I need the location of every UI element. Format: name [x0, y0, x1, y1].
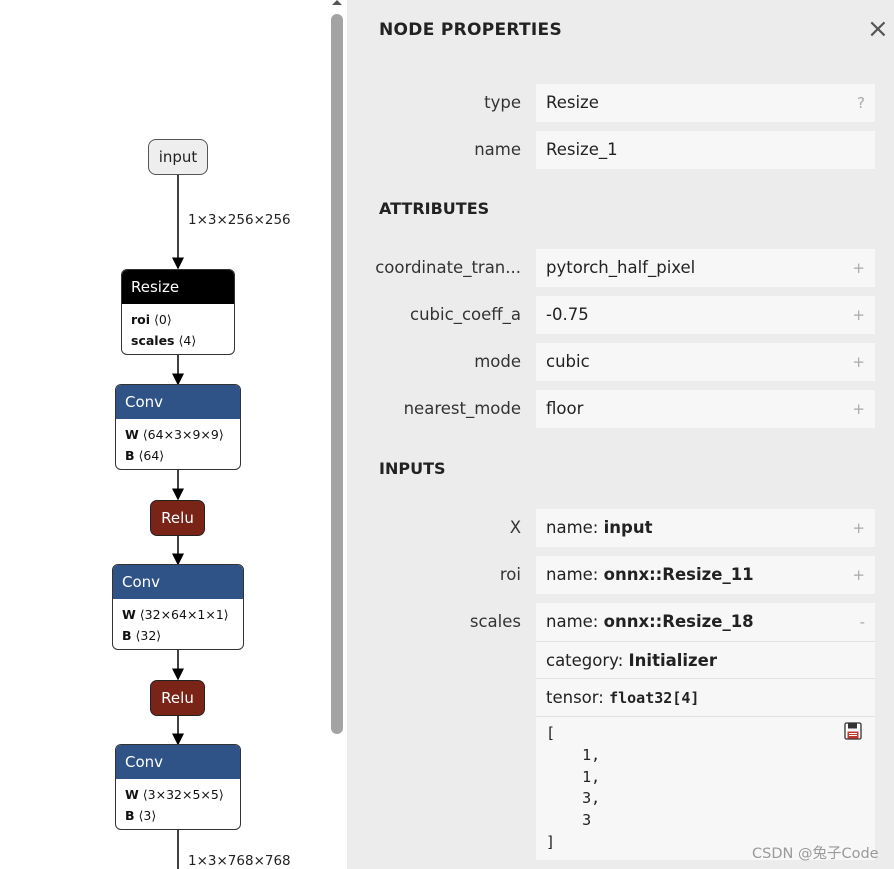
- param-value: ⟨64⟩: [138, 448, 165, 463]
- tensor-field: tensor: float32[4]: [536, 678, 875, 716]
- graph-canvas[interactable]: input 1×3×256×256 Resize roi ⟨0⟩ scales …: [0, 0, 330, 869]
- input-label: roi: [499, 565, 521, 584]
- expand-button[interactable]: +: [852, 343, 865, 381]
- expand-button[interactable]: +: [852, 249, 865, 287]
- attribute-field: cubic +: [536, 343, 875, 381]
- input-field: name: input +: [536, 509, 875, 547]
- expand-button[interactable]: +: [852, 390, 865, 428]
- close-icon[interactable]: ×: [867, 16, 889, 42]
- resize-node[interactable]: Resize roi ⟨0⟩ scales ⟨4⟩: [121, 269, 235, 355]
- param-name: scales: [131, 333, 175, 348]
- expand-button[interactable]: +: [852, 556, 865, 594]
- resize-node-params: roi ⟨0⟩ scales ⟨4⟩: [122, 304, 234, 354]
- attribute-label: nearest_mode: [403, 399, 521, 418]
- attribute-value: pytorch_half_pixel: [546, 258, 696, 277]
- param-name: W: [125, 427, 139, 442]
- node-properties-panel: NODE PROPERTIES × type Resize ? name Res…: [347, 0, 894, 869]
- resize-node-header: Resize: [122, 270, 234, 304]
- name-field: Resize_1: [536, 131, 875, 169]
- type-value: Resize: [546, 93, 599, 112]
- save-icon[interactable]: [844, 722, 862, 740]
- input-name-value: onnx::Resize_11: [603, 565, 754, 584]
- attribute-field: pytorch_half_pixel +: [536, 249, 875, 287]
- expand-button[interactable]: +: [852, 509, 865, 547]
- type-field: Resize ?: [536, 84, 875, 122]
- collapse-button[interactable]: -: [860, 603, 865, 641]
- conv-node-2[interactable]: Conv W ⟨32×64×1×1⟩ B ⟨32⟩: [112, 564, 244, 650]
- param-name: roi: [131, 312, 151, 327]
- help-button[interactable]: ?: [857, 84, 865, 122]
- param-value: ⟨3⟩: [138, 808, 157, 823]
- attribute-label: mode: [474, 352, 521, 371]
- param-value: ⟨64×3×9×9⟩: [142, 427, 224, 442]
- conv-node-3[interactable]: Conv W ⟨3×32×5×5⟩ B ⟨3⟩: [115, 744, 241, 830]
- attributes-heading: ATTRIBUTES: [379, 199, 490, 218]
- input-field: name: onnx::Resize_11 +: [536, 556, 875, 594]
- conv-node-header: Conv: [116, 745, 240, 779]
- type-label: type: [484, 93, 521, 112]
- input-prefix: name:: [546, 612, 604, 631]
- param-name: B: [125, 808, 135, 823]
- attribute-field: -0.75 +: [536, 296, 875, 334]
- input-prefix: name:: [546, 518, 604, 537]
- attribute-value: cubic: [546, 352, 590, 371]
- param-value: ⟨3×32×5×5⟩: [142, 787, 224, 802]
- param-value: ⟨32×64×1×1⟩: [139, 607, 229, 622]
- category-prefix: category:: [546, 651, 629, 670]
- conv-node-params: W ⟨32×64×1×1⟩ B ⟨32⟩: [113, 599, 243, 649]
- relu-node-1[interactable]: Relu: [150, 500, 205, 536]
- inputs-heading: INPUTS: [379, 459, 446, 478]
- conv-node-params: W ⟨3×32×5×5⟩ B ⟨3⟩: [116, 779, 240, 829]
- name-label: name: [474, 140, 521, 159]
- tensor-type-value: float32[4]: [609, 689, 700, 707]
- param-name: W: [122, 607, 136, 622]
- input-label: X: [509, 518, 521, 537]
- param-name: W: [125, 787, 139, 802]
- edge-label-input-shape: 1×3×256×256: [188, 212, 291, 228]
- attribute-field: floor +: [536, 390, 875, 428]
- param-name: B: [122, 628, 132, 643]
- input-label: scales: [469, 612, 521, 631]
- tensor-prefix: tensor:: [546, 688, 610, 707]
- param-value: ⟨4⟩: [178, 333, 197, 348]
- tensor-values: [ 1, 1, 3, 3 ]: [536, 716, 875, 860]
- relu-node-2[interactable]: Relu: [150, 680, 205, 716]
- expand-button[interactable]: +: [852, 296, 865, 334]
- input-name-value: onnx::Resize_18: [603, 612, 754, 631]
- param-value: ⟨32⟩: [135, 628, 162, 643]
- watermark: CSDN @兔子Code: [752, 846, 879, 862]
- input-node[interactable]: input: [148, 139, 208, 175]
- attribute-value: -0.75: [546, 305, 589, 324]
- attribute-value: floor: [546, 399, 584, 418]
- param-name: B: [125, 448, 135, 463]
- panel-title: NODE PROPERTIES: [379, 20, 562, 40]
- name-value: Resize_1: [546, 140, 618, 159]
- scroll-up-arrow-icon[interactable]: [332, 0, 342, 5]
- conv-node-1[interactable]: Conv W ⟨64×3×9×9⟩ B ⟨64⟩: [115, 384, 241, 470]
- input-field: name: onnx::Resize_18 -: [536, 603, 875, 641]
- category-field: category: Initializer: [536, 641, 875, 679]
- edge-label-output-shape: 1×3×768×768: [188, 853, 291, 869]
- param-value: ⟨0⟩: [154, 312, 172, 327]
- attribute-label: coordinate_tran...: [375, 258, 521, 277]
- conv-node-params: W ⟨64×3×9×9⟩ B ⟨64⟩: [116, 419, 240, 469]
- attribute-label: cubic_coeff_a: [410, 305, 521, 324]
- input-prefix: name:: [546, 565, 604, 584]
- conv-node-header: Conv: [113, 565, 243, 599]
- graph-scrollbar-thumb[interactable]: [331, 14, 343, 734]
- category-value: Initializer: [628, 651, 717, 670]
- input-name-value: input: [603, 518, 653, 537]
- conv-node-header: Conv: [116, 385, 240, 419]
